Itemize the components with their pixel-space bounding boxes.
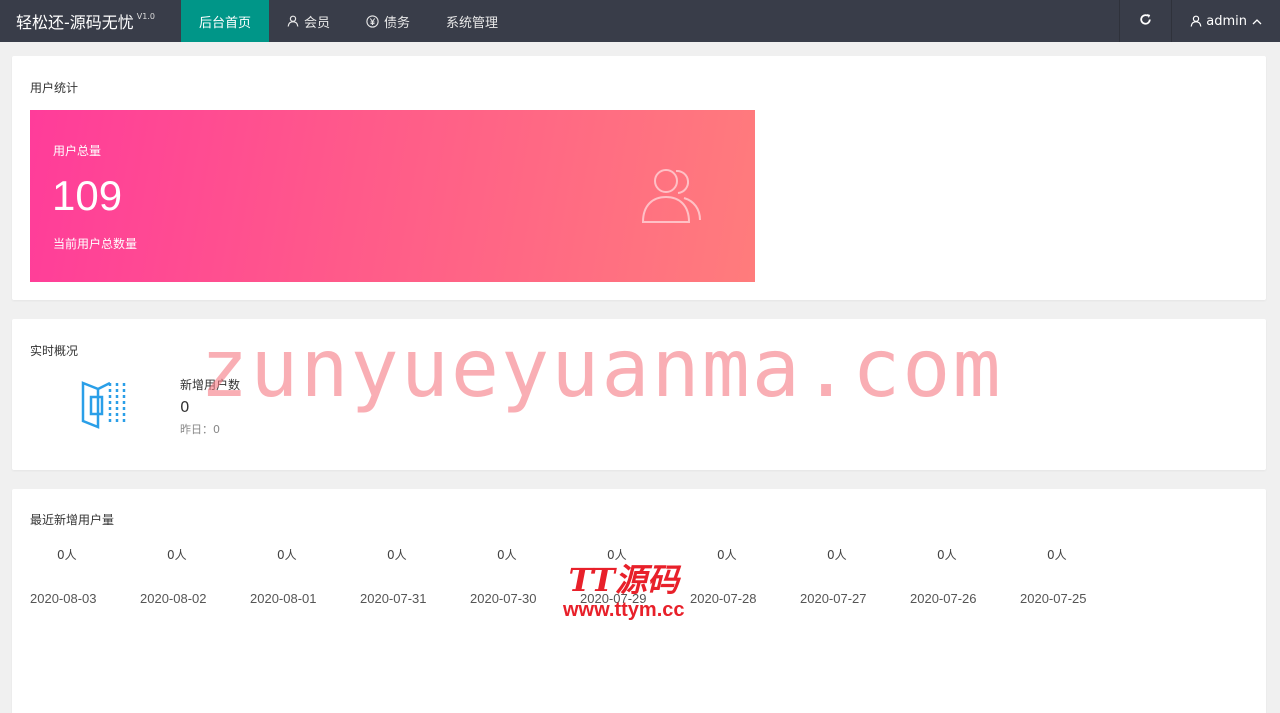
list-item: 0人 2020-07-30 [470, 546, 580, 606]
nav-system-label: 系统管理 [446, 15, 499, 31]
username: admin [1206, 13, 1247, 29]
refresh-icon [1139, 13, 1152, 30]
list-item: 0人 2020-07-27 [800, 546, 910, 606]
day-count: 0人 [827, 548, 847, 562]
recent-users-card: 最近新增用户量 0人 2020-08-03 0人 2020-08-02 0人 2020… [12, 489, 1266, 713]
realtime-title: 实时概况 [30, 344, 79, 358]
yesterday-count: 昨日：0 [180, 423, 220, 436]
day-date: 2020-07-28 [690, 591, 757, 606]
day-count: 0人 [607, 548, 627, 562]
header-actions: admin [1119, 0, 1280, 42]
day-count: 0人 [277, 548, 297, 562]
main-nav: 后台首页 会员 债务 系统管理 [181, 0, 516, 42]
day-date: 2020-07-27 [800, 591, 867, 606]
user-stats-card: 用户统计 用户总量 109 当前用户总数量 [12, 56, 1266, 300]
recent-users-list: 0人 2020-08-03 0人 2020-08-02 0人 2020-08-01 0… [30, 546, 1130, 606]
nav-debt-label: 债务 [384, 15, 411, 31]
nav-debt[interactable]: 债务 [348, 0, 428, 42]
list-item: 0人 2020-07-26 [910, 546, 1020, 606]
list-item: 0人 2020-08-02 [140, 546, 250, 606]
day-count: 0人 [717, 548, 737, 562]
new-users-label: 新增用户数 [180, 378, 241, 392]
total-users-subtitle: 当前用户总数量 [53, 237, 138, 251]
nav-home-label: 后台首页 [199, 15, 252, 31]
user-stats-title: 用户统计 [30, 81, 79, 95]
nav-home[interactable]: 后台首页 [181, 0, 270, 42]
realtime-card: 实时概况 新增用户数 0 昨日：0 [12, 319, 1266, 470]
day-count: 0人 [167, 548, 187, 562]
day-count: 0人 [937, 548, 957, 562]
user-icon [287, 15, 299, 27]
list-item: 0人 2020-07-28 [690, 546, 800, 606]
day-date: 2020-07-30 [470, 591, 537, 606]
new-users-value: 0 [180, 398, 190, 416]
nav-system[interactable]: 系统管理 [428, 0, 516, 42]
brand-title: 轻松还-源码无忧 [16, 13, 134, 32]
nav-members-label: 会员 [304, 15, 331, 31]
brand-logo[interactable]: 轻松还-源码无忧 V1.0 [0, 0, 181, 42]
version-badge: V1.0 [136, 11, 155, 21]
day-date: 2020-08-03 [30, 591, 97, 606]
day-date: 2020-07-31 [360, 591, 427, 606]
list-item: 0人 2020-07-31 [360, 546, 470, 606]
recent-users-title: 最近新增用户量 [30, 513, 115, 527]
new-users-icon [80, 377, 128, 433]
day-date: 2020-07-25 [1020, 591, 1087, 606]
user-menu[interactable]: admin [1171, 0, 1280, 42]
list-item: 0人 2020-08-01 [250, 546, 360, 606]
users-icon [640, 165, 704, 229]
top-navbar: 轻松还-源码无忧 V1.0 后台首页 会员 债务 系统管理 admin [0, 0, 1280, 42]
total-users-label: 用户总量 [53, 144, 102, 158]
day-count: 0人 [1047, 548, 1067, 562]
list-item: 0人 2020-07-25 [1020, 546, 1130, 606]
user-icon [1190, 15, 1202, 27]
nav-members[interactable]: 会员 [269, 0, 348, 42]
day-date: 2020-08-02 [140, 591, 207, 606]
day-count: 0人 [57, 548, 77, 562]
total-users-value: 109 [52, 172, 123, 219]
day-date: 2020-07-26 [910, 591, 977, 606]
total-users-panel: 用户总量 109 当前用户总数量 [30, 110, 755, 282]
day-count: 0人 [387, 548, 407, 562]
day-count: 0人 [497, 548, 517, 562]
day-date: 2020-08-01 [250, 591, 317, 606]
list-item: 0人 2020-08-03 [30, 546, 140, 606]
list-item: 0人 2020-07-29 [580, 546, 690, 606]
chevron-up-icon [1252, 18, 1262, 25]
refresh-button[interactable] [1119, 0, 1171, 42]
day-date: 2020-07-29 [580, 591, 647, 606]
yen-icon [366, 14, 379, 28]
